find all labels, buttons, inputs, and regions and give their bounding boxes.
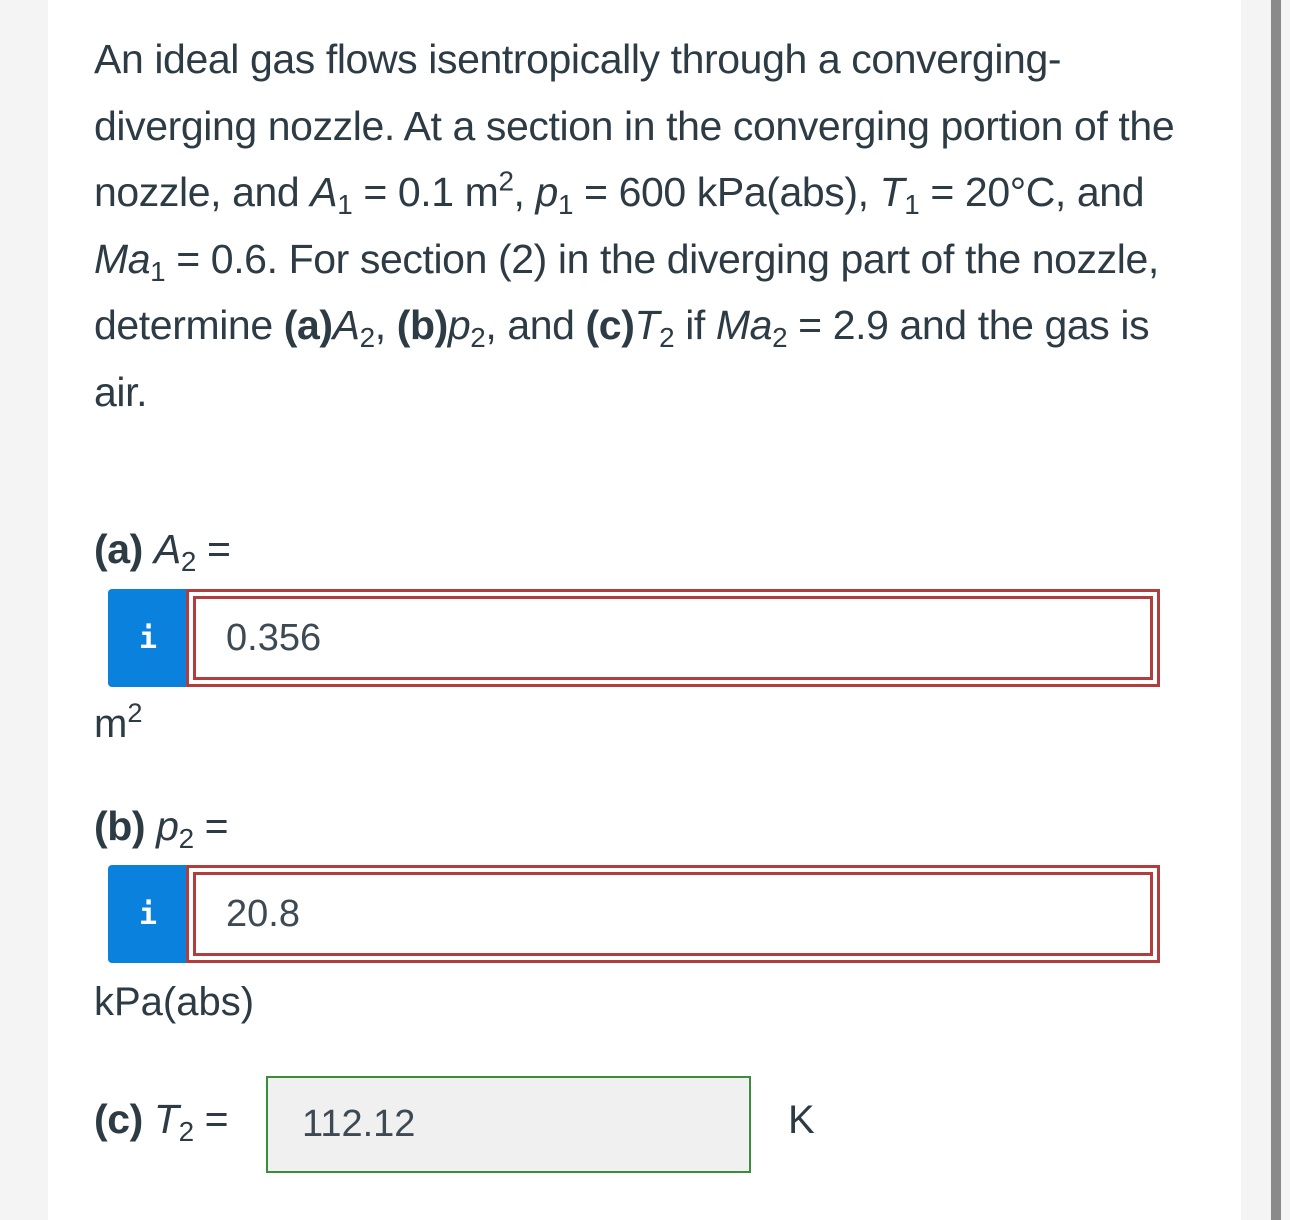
unit-a: m2 [94,697,143,746]
info-icon[interactable]: i [108,865,188,963]
unit-b: kPa(abs) [94,980,255,1024]
problem-statement: An ideal gas flows isentropically throug… [94,36,1175,415]
unit-c: K [788,1098,815,1142]
answer-value-b[interactable]: 20.8 [193,872,1153,956]
answer-input-b[interactable]: 20.8 [186,865,1160,963]
part-a-label: (a) A2 = [94,526,231,577]
answer-input-c[interactable]: 112.12 [266,1076,751,1173]
answer-input-a[interactable]: 0.356 [186,589,1160,687]
info-icon[interactable]: i [108,589,188,687]
part-b-label: (b) p2 = [94,803,229,854]
part-c-label: (c) T2 = [94,1096,229,1147]
answer-value-a[interactable]: 0.356 [193,596,1153,680]
scrollbar[interactable] [1271,0,1281,1220]
